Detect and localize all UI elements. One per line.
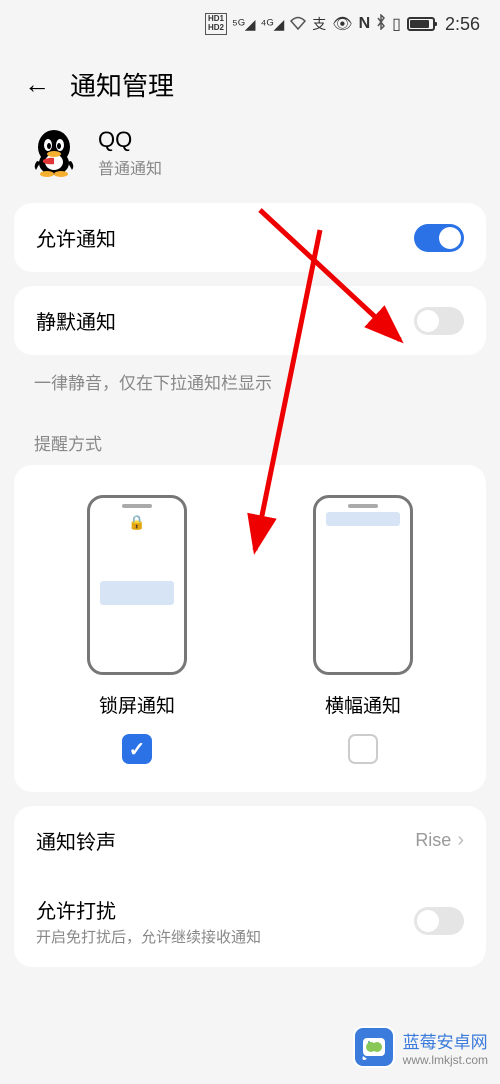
back-button[interactable]: ← — [24, 69, 50, 100]
watermark-name: 蓝莓安卓网 — [403, 1028, 488, 1053]
banner-preview — [313, 495, 413, 675]
style-card: 🔒 锁屏通知 横幅通知 — [14, 465, 486, 792]
disturb-label: 允许打扰 — [36, 895, 261, 924]
silent-toggle[interactable] — [414, 307, 464, 335]
battery-icon — [407, 17, 435, 31]
disturb-toggle[interactable] — [414, 907, 464, 935]
watermark-icon — [353, 1026, 395, 1068]
status-bar: HD1HD2 ⁵ᴳ◢ ⁴ᴳ◢ 支 👁 N ▯ 2:56 — [0, 0, 500, 48]
sound-value: Rise — [415, 830, 451, 851]
chevron-right-icon: › — [457, 829, 464, 852]
vibrate-icon: ▯ — [392, 14, 401, 34]
status-icons-left: HD1HD2 ⁵ᴳ◢ ⁴ᴳ◢ 支 — [205, 13, 326, 35]
allow-notify-card: 允许通知 — [14, 203, 486, 272]
allow-notify-row[interactable]: 允许通知 — [14, 203, 486, 272]
app-subtitle: 普通通知 — [98, 155, 162, 179]
sound-row[interactable]: 通知铃声 Rise › — [14, 806, 486, 875]
disturb-row[interactable]: 允许打扰 开启免打扰后，允许继续接收通知 — [14, 875, 486, 967]
status-time: 2:56 — [445, 14, 480, 35]
silent-card: 静默通知 — [14, 286, 486, 355]
page-header: ← 通知管理 — [0, 48, 500, 121]
page-title: 通知管理 — [70, 66, 174, 103]
silent-row[interactable]: 静默通知 — [14, 286, 486, 355]
app-name: QQ — [98, 127, 162, 153]
banner-option[interactable]: 横幅通知 — [313, 495, 413, 764]
lock-screen-label: 锁屏通知 — [99, 691, 175, 718]
allow-notify-toggle[interactable] — [414, 224, 464, 252]
lock-screen-preview: 🔒 — [87, 495, 187, 675]
bluetooth-icon — [376, 14, 386, 35]
signal-4g-icon: ⁴ᴳ◢ — [261, 16, 285, 33]
wifi-icon — [289, 16, 307, 33]
silent-description: 一律静音，仅在下拉通知栏显示 — [0, 355, 500, 416]
signal-5g-icon: ⁵ᴳ◢ — [232, 16, 256, 33]
watermark-url: www.lmkjst.com — [403, 1053, 488, 1067]
lock-screen-checkbox[interactable] — [122, 734, 152, 764]
alipay-icon: 支 — [312, 14, 326, 34]
style-section-label: 提醒方式 — [0, 416, 500, 465]
banner-label: 横幅通知 — [325, 691, 401, 718]
silent-label: 静默通知 — [36, 306, 116, 335]
sound-label: 通知铃声 — [36, 826, 116, 855]
disturb-sub: 开启免打扰后，允许继续接收通知 — [36, 926, 261, 947]
app-info: QQ 普通通知 — [0, 121, 500, 203]
sound-card: 通知铃声 Rise › 允许打扰 开启免打扰后，允许继续接收通知 — [14, 806, 486, 967]
hd-indicator: HD1HD2 — [205, 13, 227, 35]
allow-notify-label: 允许通知 — [36, 223, 116, 252]
nfc-icon: N — [359, 15, 371, 33]
lock-icon: 🔒 — [96, 514, 178, 531]
eye-icon: 👁 — [332, 14, 352, 34]
banner-checkbox[interactable] — [348, 734, 378, 764]
app-icon-qq — [28, 127, 80, 179]
lock-screen-option[interactable]: 🔒 锁屏通知 — [87, 495, 187, 764]
watermark: 蓝莓安卓网 www.lmkjst.com — [353, 1026, 488, 1068]
